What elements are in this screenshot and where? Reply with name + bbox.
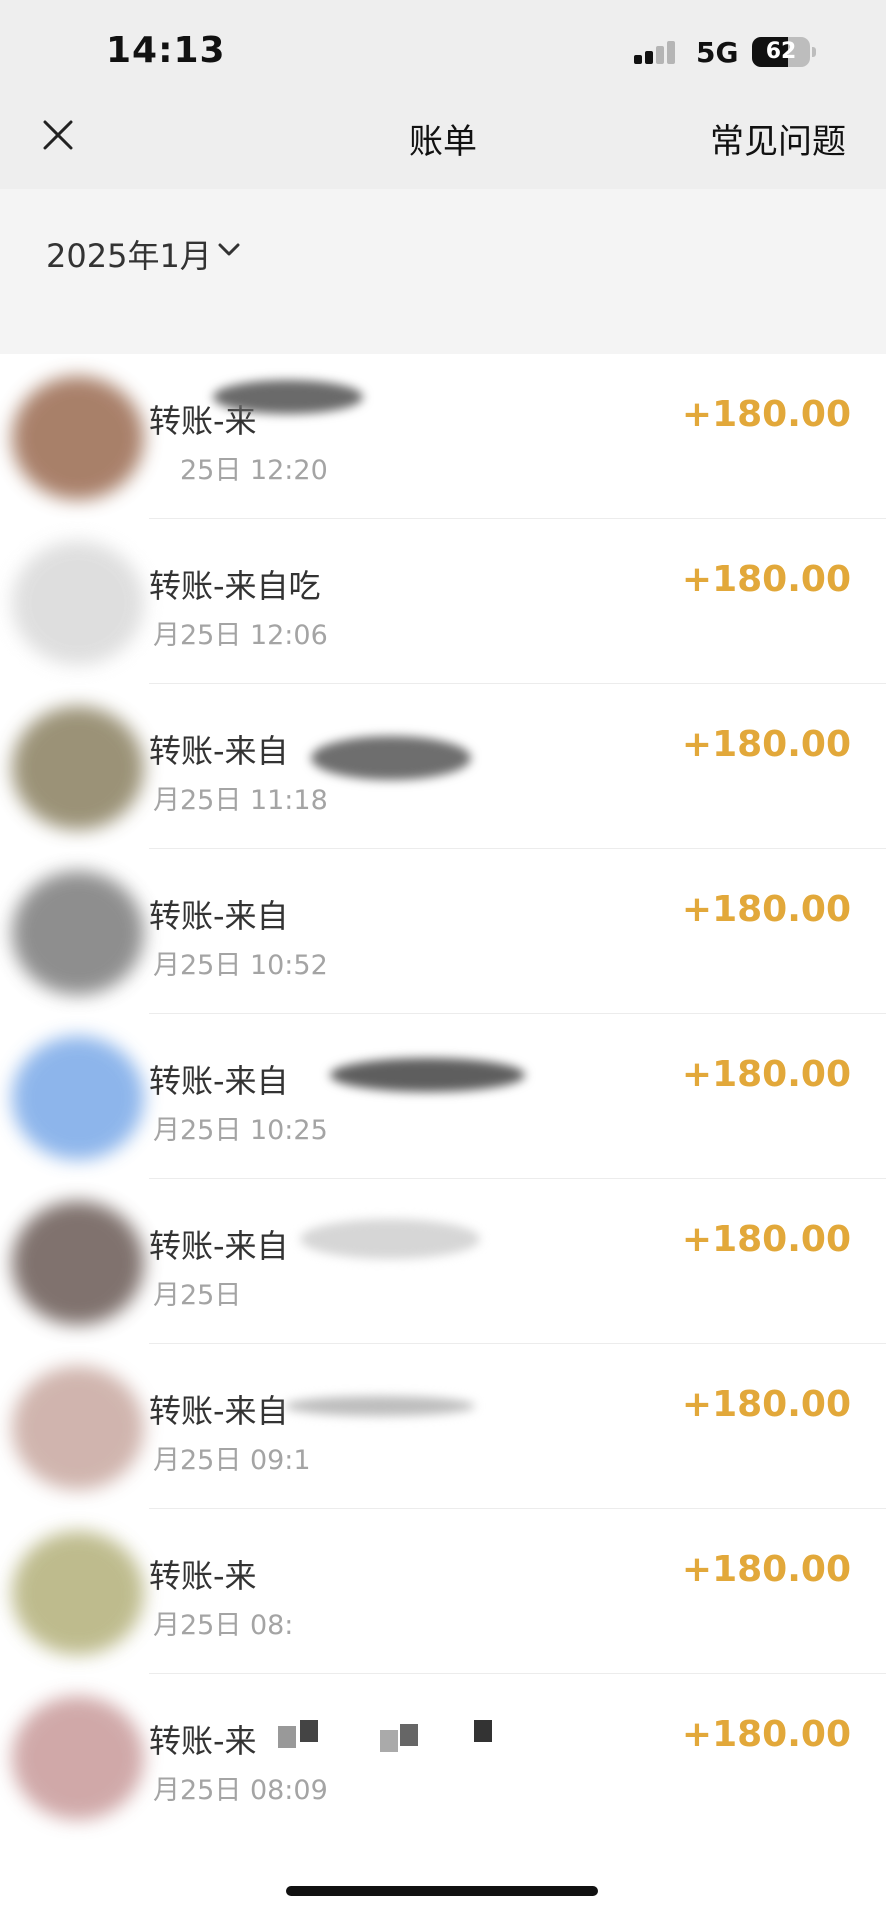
transaction-amount: +180.00 <box>681 1219 851 1260</box>
transaction-date: 月25日 09:1 <box>153 1445 311 1476</box>
transaction-row[interactable]: 转账-来自吃 月25日 12:06 +180.00 <box>0 519 886 684</box>
transaction-title: 转账-来自吃 <box>149 567 321 605</box>
transaction-amount: +180.00 <box>681 1714 851 1755</box>
transaction-row[interactable]: 转账-来 25日 12:20 +180.00 <box>0 354 886 519</box>
home-indicator[interactable] <box>286 1886 598 1896</box>
redaction-smudge <box>300 1219 480 1259</box>
battery-nub <box>812 47 816 57</box>
redaction-pixel <box>400 1724 418 1746</box>
transaction-title: 转账-来自 <box>149 1062 289 1100</box>
transaction-row[interactable]: 转账-来自 月25日 10:52 +180.00 <box>0 849 886 1014</box>
transaction-title: 转账-来 <box>149 1722 257 1760</box>
transaction-date: 月25日 <box>153 1280 242 1311</box>
transaction-list: 转账-来 25日 12:20 +180.00 转账-来自吃 月25日 12:06… <box>0 354 886 1916</box>
transaction-title: 转账-来自 <box>149 1392 289 1430</box>
transaction-row[interactable]: 转账-来自 月25日 10:25 +180.00 <box>0 1014 886 1179</box>
transaction-date: 月25日 10:25 <box>153 1115 328 1146</box>
transaction-row[interactable]: 转账-来 月25日 08: +180.00 <box>0 1509 886 1674</box>
network-type: 5G <box>696 36 739 69</box>
transaction-title: 转账-来自 <box>149 1227 289 1265</box>
redaction-smudge <box>285 1396 475 1416</box>
avatar <box>12 1696 144 1820</box>
month-selector[interactable]: 2025年1月 <box>46 231 212 277</box>
redaction-pixel <box>300 1720 318 1742</box>
transaction-row[interactable]: 转账-来自 月25日 +180.00 <box>0 1179 886 1344</box>
status-time: 14:13 <box>106 30 226 71</box>
transaction-amount: +180.00 <box>681 1549 851 1590</box>
transaction-amount: +180.00 <box>681 724 851 765</box>
transaction-amount: +180.00 <box>681 889 851 930</box>
transaction-date: 月25日 11:18 <box>153 785 328 816</box>
redaction-pixel <box>380 1730 398 1752</box>
transaction-amount: +180.00 <box>681 559 851 600</box>
chevron-down-icon[interactable] <box>215 239 243 261</box>
redaction-pixel <box>278 1726 296 1748</box>
avatar <box>12 1531 144 1655</box>
transaction-date: 月25日 12:06 <box>153 620 328 651</box>
avatar <box>12 541 144 665</box>
redaction-smudge <box>311 736 471 780</box>
transaction-row[interactable]: 转账-来自 月25日 09:1 +180.00 <box>0 1344 886 1509</box>
redaction-smudge <box>330 1058 525 1092</box>
transaction-title: 转账-来自 <box>149 732 289 770</box>
redaction-smudge <box>213 380 363 414</box>
avatar <box>12 706 144 830</box>
transaction-amount: +180.00 <box>681 1054 851 1095</box>
transaction-date: 25日 12:20 <box>180 455 328 486</box>
transaction-amount: +180.00 <box>681 1384 851 1425</box>
avatar <box>12 1036 144 1160</box>
month-filter-bar: 2025年1月 <box>0 189 886 354</box>
transaction-title: 转账-来自 <box>149 897 289 935</box>
avatar <box>12 871 144 995</box>
battery-icon: 62 <box>752 37 810 67</box>
transaction-date: 月25日 08:09 <box>153 1775 328 1806</box>
cellular-signal-icon <box>634 40 678 64</box>
faq-link[interactable]: 常见问题 <box>710 114 846 163</box>
avatar <box>12 1201 144 1325</box>
top-bar: 14:13 5G 62 账单 常见问题 <box>0 0 886 189</box>
transaction-amount: +180.00 <box>681 394 851 435</box>
transaction-title: 转账-来 <box>149 1557 257 1595</box>
redaction-pixel <box>474 1720 492 1742</box>
avatar <box>12 1366 144 1490</box>
transaction-date: 月25日 10:52 <box>153 950 328 981</box>
transaction-date: 月25日 08: <box>153 1610 294 1641</box>
battery-level: 62 <box>765 39 797 64</box>
transaction-row[interactable]: 转账-来 月25日 08:09 +180.00 <box>0 1674 886 1839</box>
avatar <box>12 376 144 500</box>
transaction-row[interactable]: 转账-来自 月25日 11:18 +180.00 <box>0 684 886 849</box>
